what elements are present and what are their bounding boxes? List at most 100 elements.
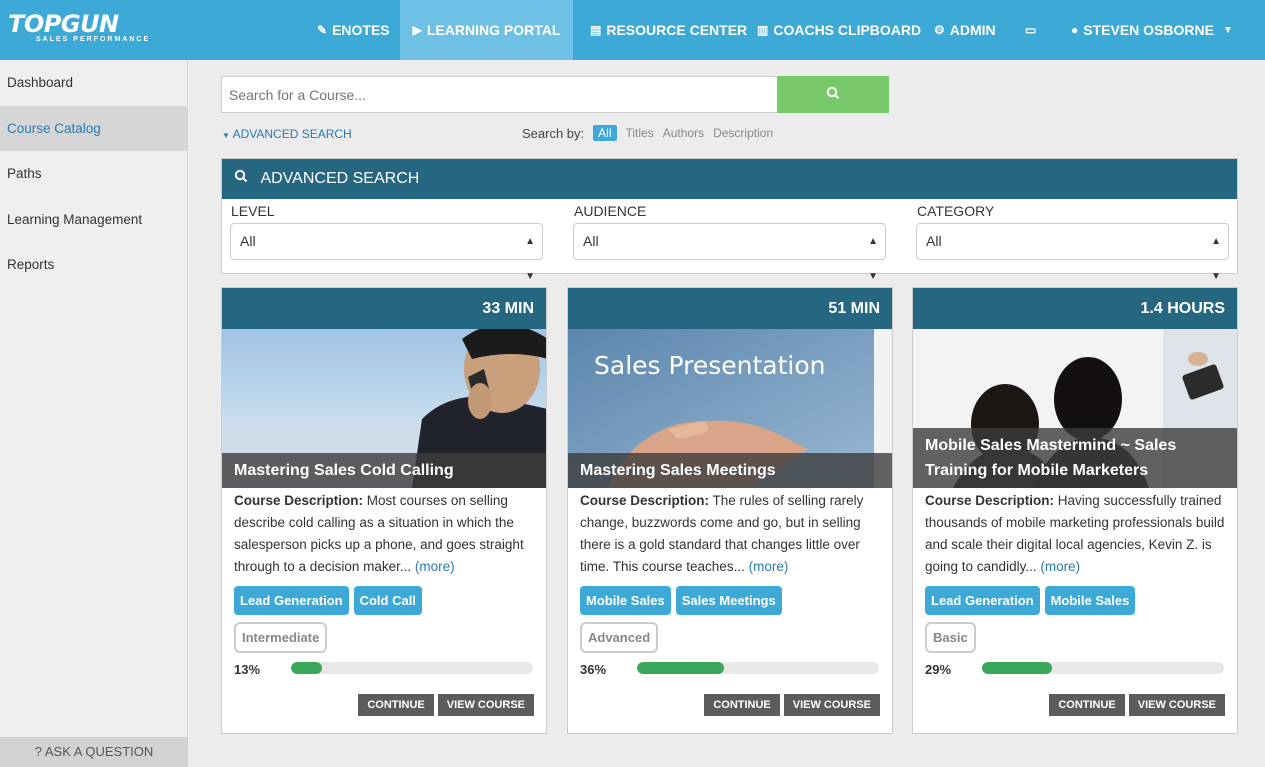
search-by-authors[interactable]: Authors [663, 126, 704, 140]
clipboard-icon: ▥ [757, 23, 769, 37]
play-circle-icon: ▶ [412, 23, 422, 37]
continue-button[interactable]: CONTINUE [704, 694, 780, 716]
course-duration: 51 MIN [568, 288, 892, 329]
search-by-description[interactable]: Description [713, 126, 773, 140]
search-by-all[interactable]: All [593, 125, 617, 141]
course-title[interactable]: Mastering Sales Meetings [568, 453, 892, 488]
audience-filter-label: AUDIENCE [574, 203, 647, 219]
inbox-icon: ▭ [1025, 23, 1037, 37]
course-tags: Mobile Sales Sales Meetings [580, 586, 787, 615]
course-level-badge: Advanced [580, 622, 659, 653]
tag-mobile-sales[interactable]: Mobile Sales [1044, 586, 1136, 615]
nav-resource-center[interactable]: ▤ RESOURCE CENTER [590, 0, 747, 60]
sidebar-item-learning-management[interactable]: Learning Management [0, 197, 188, 242]
nav-enotes[interactable]: ✎ ENOTES [317, 0, 390, 60]
category-filter-value: All [926, 233, 942, 249]
course-title[interactable]: Mastering Sales Cold Calling [222, 453, 546, 488]
view-course-button[interactable]: VIEW COURSE [783, 694, 880, 716]
course-title[interactable]: Mobile Sales Mastermind ~ Sales Training… [913, 428, 1237, 488]
advanced-search-header: ADVANCED SEARCH [222, 159, 1237, 199]
user-icon: ● [1071, 23, 1079, 37]
sidebar-item-course-catalog[interactable]: Course Catalog [0, 106, 188, 151]
search-icon [826, 86, 840, 103]
advanced-search-panel: ADVANCED SEARCH LEVEL All ▲ ▼ AUDIENCE Al… [221, 158, 1238, 282]
course-card: 1.4 HOURS Mobile Sales Mastermind ~ Sale… [912, 287, 1238, 734]
search-button[interactable] [777, 76, 889, 113]
more-link[interactable]: (more) [1040, 559, 1080, 574]
progress-bar-fill [291, 662, 323, 674]
tag-sales-meetings[interactable]: Sales Meetings [675, 586, 782, 615]
nav-label: LEARNING PORTAL [426, 22, 561, 38]
course-level-badge: Basic [925, 622, 976, 653]
more-link[interactable]: (more) [415, 559, 455, 574]
select-arrows-icon: ▲ ▼ [525, 236, 535, 282]
progress-percent: 13% [234, 662, 261, 677]
tag-lead-generation[interactable]: Lead Generation [925, 586, 1040, 615]
audience-filter-select[interactable]: All ▲ ▼ [573, 223, 886, 282]
progress-bar-fill [637, 662, 725, 674]
tag-mobile-sales[interactable]: Mobile Sales [580, 586, 671, 615]
nav-coachs-clipboard[interactable]: ▥ COACHS CLIPBOARD [757, 0, 921, 60]
logo-tagline: SALES PERFORMANCE [36, 36, 151, 43]
advanced-search-toggle[interactable]: ▼ ADVANCED SEARCH [222, 127, 352, 141]
level-filter-label: LEVEL [231, 203, 275, 219]
course-duration: 33 MIN [222, 288, 546, 329]
description-label: Course Description: [580, 493, 710, 508]
course-tags: Lead Generation Cold Call [234, 586, 427, 615]
course-search-input[interactable] [221, 76, 778, 113]
sidebar-item-paths[interactable]: Paths [0, 151, 188, 196]
search-by-titles[interactable]: Titles [626, 126, 654, 140]
tag-lead-generation[interactable]: Lead Generation [234, 586, 349, 615]
course-description: Course Description: Having successfully … [913, 488, 1237, 580]
nav-learning-portal[interactable]: ▶ LEARNING PORTAL [400, 0, 573, 60]
ask-question-button[interactable]: ? ASK A QUESTION [0, 737, 188, 767]
image-text: Sales Presentation [594, 351, 826, 380]
nav-inbox[interactable]: ▭ [1025, 0, 1041, 60]
category-filter-label: CATEGORY [917, 203, 995, 219]
course-thumbnail[interactable]: Mastering Sales Cold Calling [222, 329, 546, 488]
course-description: Course Description: Most courses on sell… [222, 488, 546, 580]
view-course-button[interactable]: VIEW COURSE [437, 694, 534, 716]
sidebar-item-reports[interactable]: Reports [0, 242, 188, 287]
view-course-button[interactable]: VIEW COURSE [1128, 694, 1225, 716]
search-by-options: Search by: All Titles Authors Descriptio… [522, 125, 773, 141]
course-thumbnail[interactable]: Mobile Sales Mastermind ~ Sales Training… [913, 329, 1237, 488]
course-thumbnail[interactable]: Sales Presentation Mastering Sales Meeti… [568, 329, 892, 488]
progress-bar [291, 662, 533, 674]
audience-filter-value: All [583, 233, 599, 249]
continue-button[interactable]: CONTINUE [1049, 694, 1125, 716]
course-tags: Lead Generation Mobile Sales [925, 586, 1140, 615]
caret-down-icon: ▼ [222, 131, 230, 140]
course-actions: CONTINUE VIEW COURSE [354, 694, 534, 716]
course-actions: CONTINUE VIEW COURSE [700, 694, 880, 716]
sidebar-item-dashboard[interactable]: Dashboard [0, 60, 188, 105]
description-label: Course Description: [925, 493, 1055, 508]
level-filter-select[interactable]: All ▲ ▼ [230, 223, 543, 282]
progress-percent: 36% [580, 662, 607, 677]
search-icon [234, 169, 252, 187]
topgun-logo[interactable]: TOPGUN SALES PERFORMANCE [8, 10, 178, 50]
select-arrows-icon: ▲ ▼ [1211, 236, 1221, 282]
nav-label: COACHS CLIPBOARD [773, 22, 922, 38]
select-arrows-icon: ▲ ▼ [868, 236, 878, 282]
sidebar: Dashboard Course Catalog Paths Learning … [0, 60, 188, 767]
nav-user-menu[interactable]: ● STEVEN OSBORNE ▼ [1071, 0, 1233, 60]
course-description: Course Description: The rules of selling… [568, 488, 892, 580]
category-filter-select[interactable]: All ▲ ▼ [916, 223, 1229, 282]
user-name: STEVEN OSBORNE [1083, 22, 1214, 38]
tag-cold-call[interactable]: Cold Call [353, 586, 422, 615]
course-duration: 1.4 HOURS [913, 288, 1237, 329]
more-link[interactable]: (more) [749, 559, 789, 574]
course-level-badge: Intermediate [234, 622, 328, 653]
advanced-search-link-label: ADVANCED SEARCH [232, 127, 352, 141]
pencil-icon: ✎ [317, 23, 328, 37]
nav-admin[interactable]: ⚙ ADMIN [934, 0, 996, 60]
progress-bar [982, 662, 1224, 674]
progress-percent: 29% [925, 662, 952, 677]
document-icon: ▤ [590, 23, 602, 37]
progress-bar-fill [982, 662, 1053, 674]
continue-button[interactable]: CONTINUE [358, 694, 434, 716]
cogs-icon: ⚙ [934, 23, 945, 37]
progress-bar [637, 662, 879, 674]
caret-down-icon: ▼ [1222, 24, 1233, 36]
